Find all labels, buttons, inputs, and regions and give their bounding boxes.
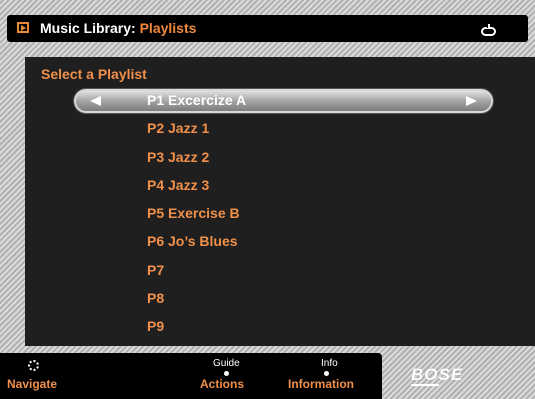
- play-box-icon: [17, 22, 29, 33]
- information-button[interactable]: Information: [288, 377, 354, 391]
- info-hint: Info: [321, 358, 338, 369]
- playlist-item[interactable]: P5 Exercise B: [147, 205, 240, 221]
- info-indicator: [324, 371, 329, 376]
- guide-hint: Guide: [213, 358, 240, 369]
- title-main: Music Library:: [40, 20, 136, 36]
- arrow-right-icon[interactable]: [466, 96, 477, 106]
- dpad-icon: [28, 360, 39, 371]
- playlist-item[interactable]: P7: [147, 262, 164, 278]
- selection-highlight[interactable]: [74, 89, 493, 113]
- playlist-item[interactable]: P8: [147, 290, 164, 306]
- playlist-item[interactable]: P4 Jazz 3: [147, 177, 209, 193]
- playlist-item[interactable]: P9: [147, 318, 164, 334]
- arrow-left-icon[interactable]: [90, 96, 101, 106]
- playlist-panel: Select a Playlist P1 Excercize A P2 Jazz …: [25, 57, 535, 346]
- playlist-item[interactable]: P1 Excercize A: [147, 92, 246, 108]
- footer-bar: Navigate Guide Actions Info Information: [0, 353, 382, 399]
- power-icon[interactable]: [481, 24, 496, 36]
- guide-indicator: [224, 371, 229, 376]
- playlist-item[interactable]: P2 Jazz 1: [147, 120, 209, 136]
- page-title: Music Library: Playlists: [40, 20, 196, 36]
- actions-button[interactable]: Actions: [200, 377, 244, 391]
- playlist-item[interactable]: P3 Jazz 2: [147, 149, 209, 165]
- title-bar: Music Library: Playlists: [7, 15, 528, 42]
- list-heading: Select a Playlist: [41, 66, 147, 82]
- title-sub: Playlists: [139, 20, 197, 36]
- brand-logo: BOSE: [411, 365, 464, 384]
- brand-underline: [411, 384, 439, 386]
- playlist-item[interactable]: P6 Jo’s Blues: [147, 233, 238, 249]
- navigate-label[interactable]: Navigate: [7, 377, 57, 391]
